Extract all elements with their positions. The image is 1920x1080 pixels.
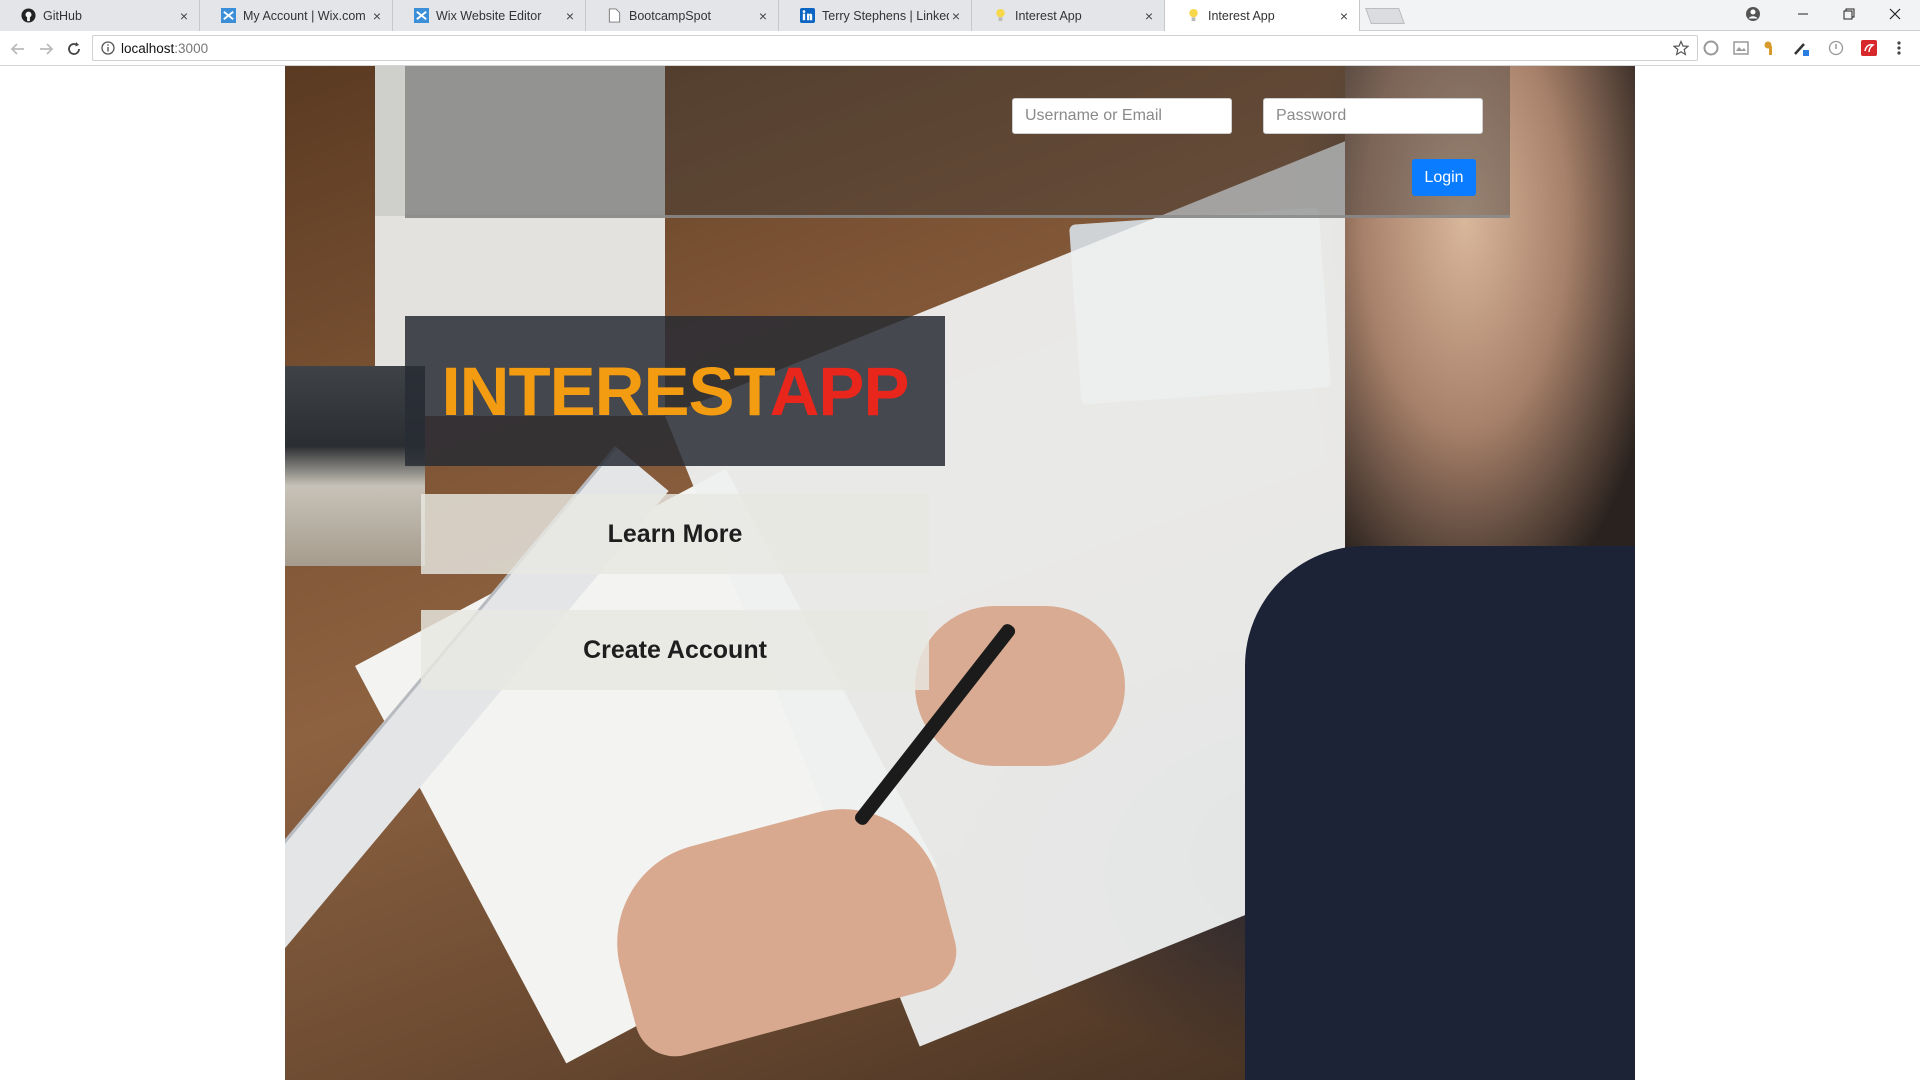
photo-hand-upper [915,606,1125,766]
tab-github[interactable]: GitHub × [0,0,200,31]
reload-icon[interactable] [62,37,86,61]
info-icon[interactable] [101,41,115,55]
browser-tab-strip: GitHub × My Account | Wix.com × Wix Webs… [0,0,1920,31]
page-title: INTERESTAPP [441,352,910,431]
password-input[interactable] [1263,98,1483,134]
photo-person-sleeve [1245,546,1635,1080]
tab-title: Wix Website Editor [436,8,542,23]
new-tab-button[interactable] [1365,8,1405,24]
extension-key-icon[interactable] [1762,39,1780,57]
photo-books [285,366,425,566]
tab-interest-app[interactable]: Interest App × [972,0,1165,31]
create-account-button[interactable]: Create Account [421,610,929,690]
url-host: localhost [121,40,175,56]
close-icon[interactable]: × [177,9,191,23]
profile-icon[interactable] [1730,0,1776,28]
wix-icon [220,8,236,24]
restore-icon[interactable] [1826,0,1872,28]
tab-wix-editor[interactable]: Wix Website Editor × [393,0,586,31]
brand-title-part2: APP [769,352,910,430]
login-button[interactable]: Login [1412,159,1476,196]
extension-red-icon[interactable] [1860,39,1878,57]
tab-bootcampspot[interactable]: BootcampSpot × [586,0,779,31]
url-input[interactable]: localhost:3000 [92,35,1698,61]
linkedin-icon [799,8,815,24]
extension-image-icon[interactable] [1732,39,1750,57]
tab-title: Interest App [1208,8,1275,23]
star-icon[interactable] [1672,40,1690,59]
tab-title: My Account | Wix.com [243,8,366,23]
close-icon[interactable]: × [563,9,577,23]
close-icon[interactable]: × [370,9,384,23]
back-icon[interactable] [6,37,30,61]
wix-icon [413,8,429,24]
page-viewport: Login INTERESTAPP Learn More Create Acco… [0,66,1920,1080]
close-window-icon[interactable] [1872,0,1918,28]
minimize-icon[interactable] [1780,0,1826,28]
brand-panel: INTERESTAPP [405,316,945,466]
tab-wix-account[interactable]: My Account | Wix.com × [200,0,393,31]
extension-eyedropper-icon[interactable] [1792,39,1810,57]
menu-icon[interactable] [1890,39,1908,57]
close-icon[interactable]: × [1337,9,1351,23]
close-icon[interactable]: × [1142,9,1156,23]
close-icon[interactable]: × [949,9,963,23]
address-bar: localhost:3000 [0,31,1920,66]
close-icon[interactable]: × [756,9,770,23]
lightbulb-icon [992,8,1008,24]
tab-title: BootcampSpot [629,8,711,23]
lightbulb-icon [1185,8,1201,24]
url-port: :3000 [174,40,209,56]
tab-title: Interest App [1015,8,1082,23]
document-icon [606,8,622,24]
extension-circle-icon[interactable] [1827,39,1845,57]
forward-icon[interactable] [34,37,58,61]
github-icon [20,8,36,24]
tab-linkedin[interactable]: Terry Stephens | LinkedIn × [779,0,972,31]
login-header: Login [405,66,1510,218]
extension-shield-icon[interactable] [1702,39,1720,57]
learn-more-button[interactable]: Learn More [421,494,929,574]
tab-title: GitHub [43,8,82,23]
tab-interest-app-active[interactable]: Interest App × [1165,0,1360,31]
brand-title-part1: INTEREST [441,352,771,430]
tab-title: Terry Stephens | LinkedIn [822,8,949,23]
username-input[interactable] [1012,98,1232,134]
